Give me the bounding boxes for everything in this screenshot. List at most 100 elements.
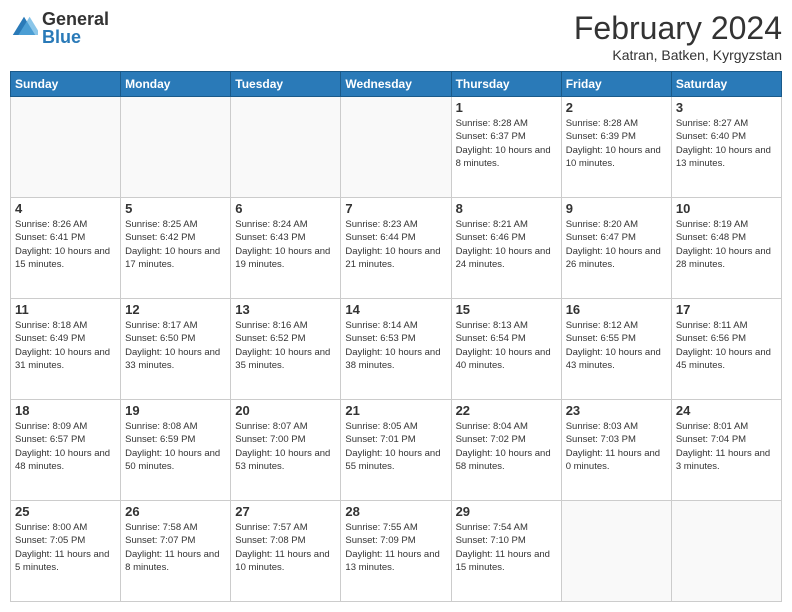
day-info: Sunrise: 8:11 AM Sunset: 6:56 PM Dayligh… (676, 319, 777, 372)
day-info: Sunrise: 8:18 AM Sunset: 6:49 PM Dayligh… (15, 319, 116, 372)
day-info: Sunrise: 7:55 AM Sunset: 7:09 PM Dayligh… (345, 521, 446, 574)
day-number: 3 (676, 100, 777, 115)
day-info: Sunrise: 8:26 AM Sunset: 6:41 PM Dayligh… (15, 218, 116, 271)
day-number: 10 (676, 201, 777, 216)
day-number: 12 (125, 302, 226, 317)
calendar-cell: 12 Sunrise: 8:17 AM Sunset: 6:50 PM Dayli… (121, 299, 231, 400)
col-friday: Friday (561, 72, 671, 97)
header: General Blue February 2024 Katran, Batke… (10, 10, 782, 63)
day-number: 4 (15, 201, 116, 216)
day-info: Sunrise: 8:23 AM Sunset: 6:44 PM Dayligh… (345, 218, 446, 271)
week-row-2: 11 Sunrise: 8:18 AM Sunset: 6:49 PM Dayli… (11, 299, 782, 400)
day-info: Sunrise: 8:13 AM Sunset: 6:54 PM Dayligh… (456, 319, 557, 372)
calendar-cell: 26Sunrise: 7:58 AM Sunset: 7:07 PM Dayli… (121, 501, 231, 602)
calendar-cell: 1 Sunrise: 8:28 AM Sunset: 6:37 PM Daylig… (451, 97, 561, 198)
logo-text: General Blue (42, 10, 109, 46)
day-info: Sunrise: 8:09 AM Sunset: 6:57 PM Dayligh… (15, 420, 116, 473)
day-info: Sunrise: 7:54 AM Sunset: 7:10 PM Dayligh… (456, 521, 557, 574)
col-tuesday: Tuesday (231, 72, 341, 97)
day-info: Sunrise: 8:04 AM Sunset: 7:02 PM Dayligh… (456, 420, 557, 473)
day-info: Sunrise: 8:08 AM Sunset: 6:59 PM Dayligh… (125, 420, 226, 473)
calendar-cell: 5 Sunrise: 8:25 AM Sunset: 6:42 PM Daylig… (121, 198, 231, 299)
day-number: 11 (15, 302, 116, 317)
calendar-cell: 8 Sunrise: 8:21 AM Sunset: 6:46 PM Daylig… (451, 198, 561, 299)
calendar-cell: 25 Sunrise: 8:00 AM Sunset: 7:05 PM Dayli… (11, 501, 121, 602)
calendar-cell: 21 Sunrise: 8:05 AM Sunset: 7:01 PM Dayli… (341, 400, 451, 501)
day-number: 14 (345, 302, 446, 317)
logo-icon (10, 14, 38, 42)
day-info: Sunrise: 8:25 AM Sunset: 6:42 PM Dayligh… (125, 218, 226, 271)
calendar-title: February 2024 (574, 10, 782, 47)
day-info: Sunrise: 8:28 AM Sunset: 6:39 PM Dayligh… (566, 117, 667, 170)
day-info: Sunrise: 8:27 AM Sunset: 6:40 PM Dayligh… (676, 117, 777, 170)
day-info: Sunrise: 8:28 AM Sunset: 6:37 PM Dayligh… (456, 117, 557, 170)
calendar-cell: 19 Sunrise: 8:08 AM Sunset: 6:59 PM Dayli… (121, 400, 231, 501)
calendar-cell: 20 Sunrise: 8:07 AM Sunset: 7:00 PM Dayli… (231, 400, 341, 501)
day-number: 22 (456, 403, 557, 418)
day-number: 23 (566, 403, 667, 418)
day-info: Sunrise: 8:05 AM Sunset: 7:01 PM Dayligh… (345, 420, 446, 473)
week-row-3: 18 Sunrise: 8:09 AM Sunset: 6:57 PM Dayli… (11, 400, 782, 501)
logo-general-text: General (42, 10, 109, 28)
day-number: 18 (15, 403, 116, 418)
calendar-cell (11, 97, 121, 198)
day-info: Sunrise: 8:12 AM Sunset: 6:55 PM Dayligh… (566, 319, 667, 372)
day-number: 15 (456, 302, 557, 317)
calendar-cell (231, 97, 341, 198)
calendar-cell (671, 501, 781, 602)
day-number: 27 (235, 504, 336, 519)
week-row-1: 4 Sunrise: 8:26 AM Sunset: 6:41 PM Daylig… (11, 198, 782, 299)
logo-blue-text: Blue (42, 28, 109, 46)
day-number: 25 (15, 504, 116, 519)
day-number: 26 (125, 504, 226, 519)
calendar-table: Sunday Monday Tuesday Wednesday Thursday… (10, 71, 782, 602)
day-info: Sunrise: 8:14 AM Sunset: 6:53 PM Dayligh… (345, 319, 446, 372)
col-wednesday: Wednesday (341, 72, 451, 97)
calendar-cell: 7 Sunrise: 8:23 AM Sunset: 6:44 PM Daylig… (341, 198, 451, 299)
day-number: 17 (676, 302, 777, 317)
day-info: Sunrise: 8:07 AM Sunset: 7:00 PM Dayligh… (235, 420, 336, 473)
day-info: Sunrise: 8:01 AM Sunset: 7:04 PM Dayligh… (676, 420, 777, 473)
calendar-cell: 10 Sunrise: 8:19 AM Sunset: 6:48 PM Dayli… (671, 198, 781, 299)
col-monday: Monday (121, 72, 231, 97)
calendar-cell: 24Sunrise: 8:01 AM Sunset: 7:04 PM Dayli… (671, 400, 781, 501)
calendar-cell: 18 Sunrise: 8:09 AM Sunset: 6:57 PM Dayli… (11, 400, 121, 501)
day-info: Sunrise: 8:00 AM Sunset: 7:05 PM Dayligh… (15, 521, 116, 574)
day-number: 16 (566, 302, 667, 317)
day-info: Sunrise: 8:17 AM Sunset: 6:50 PM Dayligh… (125, 319, 226, 372)
day-info: Sunrise: 8:21 AM Sunset: 6:46 PM Dayligh… (456, 218, 557, 271)
calendar-cell: 3 Sunrise: 8:27 AM Sunset: 6:40 PM Daylig… (671, 97, 781, 198)
calendar-cell: 6 Sunrise: 8:24 AM Sunset: 6:43 PM Daylig… (231, 198, 341, 299)
day-number: 5 (125, 201, 226, 216)
day-number: 7 (345, 201, 446, 216)
calendar-cell (121, 97, 231, 198)
day-number: 1 (456, 100, 557, 115)
day-info: Sunrise: 8:24 AM Sunset: 6:43 PM Dayligh… (235, 218, 336, 271)
logo: General Blue (10, 10, 109, 46)
col-thursday: Thursday (451, 72, 561, 97)
calendar-cell: 9Sunrise: 8:20 AM Sunset: 6:47 PM Daylig… (561, 198, 671, 299)
calendar-cell: 11 Sunrise: 8:18 AM Sunset: 6:49 PM Dayli… (11, 299, 121, 400)
week-row-4: 25 Sunrise: 8:00 AM Sunset: 7:05 PM Dayli… (11, 501, 782, 602)
calendar-cell: 14 Sunrise: 8:14 AM Sunset: 6:53 PM Dayli… (341, 299, 451, 400)
calendar-cell: 15 Sunrise: 8:13 AM Sunset: 6:54 PM Dayli… (451, 299, 561, 400)
calendar-cell: 17 Sunrise: 8:11 AM Sunset: 6:56 PM Dayli… (671, 299, 781, 400)
page: General Blue February 2024 Katran, Batke… (0, 0, 792, 612)
day-info: Sunrise: 8:16 AM Sunset: 6:52 PM Dayligh… (235, 319, 336, 372)
calendar-cell: 22 Sunrise: 8:04 AM Sunset: 7:02 PM Dayli… (451, 400, 561, 501)
day-number: 28 (345, 504, 446, 519)
day-number: 20 (235, 403, 336, 418)
calendar-subtitle: Katran, Batken, Kyrgyzstan (574, 47, 782, 63)
day-number: 6 (235, 201, 336, 216)
header-row: Sunday Monday Tuesday Wednesday Thursday… (11, 72, 782, 97)
week-row-0: 1 Sunrise: 8:28 AM Sunset: 6:37 PM Daylig… (11, 97, 782, 198)
day-number: 8 (456, 201, 557, 216)
col-saturday: Saturday (671, 72, 781, 97)
day-number: 19 (125, 403, 226, 418)
day-number: 9 (566, 201, 667, 216)
calendar-cell: 28 Sunrise: 7:55 AM Sunset: 7:09 PM Dayli… (341, 501, 451, 602)
calendar-cell: 16 Sunrise: 8:12 AM Sunset: 6:55 PM Dayli… (561, 299, 671, 400)
day-number: 21 (345, 403, 446, 418)
calendar-cell (341, 97, 451, 198)
day-info: Sunrise: 8:19 AM Sunset: 6:48 PM Dayligh… (676, 218, 777, 271)
